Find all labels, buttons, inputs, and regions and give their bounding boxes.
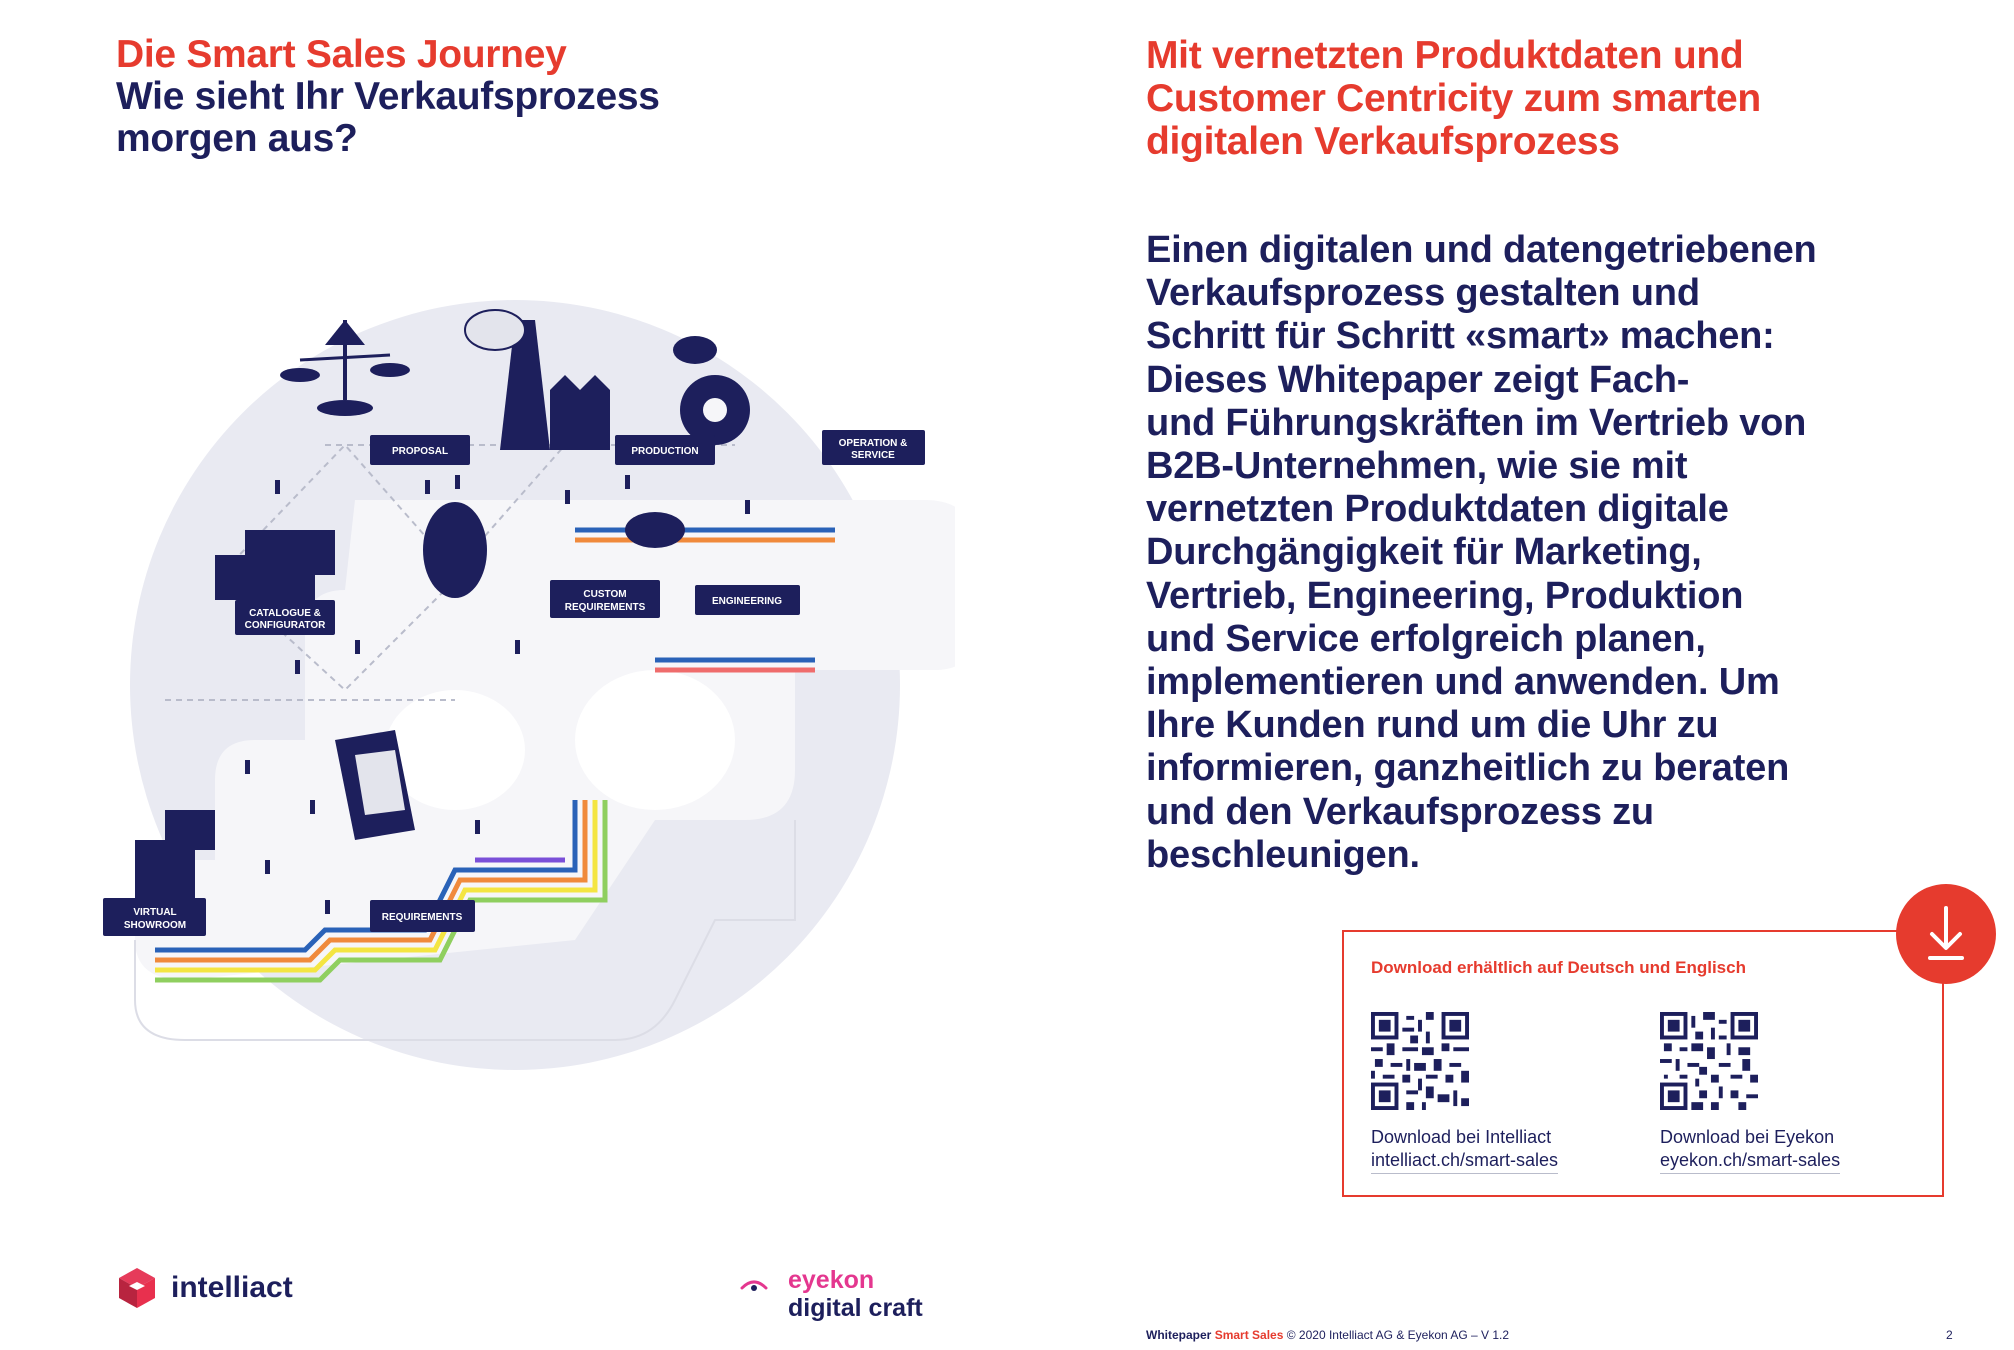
download-link-eyekon[interactable]: eyekon.ch/smart-sales bbox=[1660, 1150, 1841, 1174]
label-custom-requirements: CUSTOM REQUIREMENTS bbox=[550, 580, 660, 618]
footer: Whitepaper Smart Sales © 2020 Intelliact… bbox=[1146, 1328, 1509, 1342]
footer-doc: Whitepaper bbox=[1146, 1328, 1212, 1342]
eyekon-mark-icon bbox=[740, 1280, 768, 1291]
svg-text:CATALOGUE &: CATALOGUE & bbox=[249, 608, 321, 619]
lead-line: Dieses Whitepaper zeigt Fach- bbox=[1146, 358, 1690, 401]
lead-line: beschleunigen. bbox=[1146, 833, 1420, 876]
svg-text:REQUIREMENTS: REQUIREMENTS bbox=[382, 912, 463, 923]
smart-sales-journey-illustration: PROPOSAL PRODUCTION OPERATION & SERVICE … bbox=[103, 300, 955, 1070]
label-engineering: ENGINEERING bbox=[695, 585, 800, 615]
label-proposal: PROPOSAL bbox=[370, 435, 470, 465]
lead-line: informieren, ganzheitlich zu beraten bbox=[1146, 747, 1790, 790]
download-title: Download erhältlich auf Deutsch und Engl… bbox=[1371, 958, 1746, 977]
lead-line: implementieren und anwenden. Um bbox=[1146, 661, 1780, 704]
svg-text:CUSTOM: CUSTOM bbox=[583, 589, 626, 600]
lead-line: Schritt für Schritt «smart» machen: bbox=[1146, 315, 1775, 358]
label-requirements: REQUIREMENTS bbox=[370, 900, 475, 932]
download-arrow-icon bbox=[1928, 906, 1964, 960]
svg-text:SHOWROOM: SHOWROOM bbox=[124, 920, 186, 931]
intelliact-wordmark: intelliact bbox=[171, 1271, 293, 1304]
svg-text:OPERATION &: OPERATION & bbox=[839, 438, 908, 449]
lead-line: und Service erfolgreich planen, bbox=[1146, 617, 1706, 660]
svg-text:REQUIREMENTS: REQUIREMENTS bbox=[565, 602, 646, 613]
lead-line: und den Verkaufsprozess zu bbox=[1146, 790, 1654, 833]
download-button[interactable] bbox=[1896, 884, 1996, 984]
lead-line: vernetzten Produktdaten digitale bbox=[1146, 488, 1729, 531]
left-title-line1: Wie sieht Ihr Verkaufsprozess bbox=[116, 75, 660, 118]
svg-text:PROPOSAL: PROPOSAL bbox=[392, 446, 448, 457]
svg-text:CONFIGURATOR: CONFIGURATOR bbox=[245, 620, 327, 631]
svg-text:PRODUCTION: PRODUCTION bbox=[631, 446, 698, 457]
qr-code-eyekon[interactable] bbox=[1660, 1012, 1758, 1110]
intelliact-cube-icon bbox=[119, 1268, 155, 1308]
intelliact-logo: intelliact bbox=[117, 1266, 293, 1310]
right-headline-line: digitalen Verkaufsprozess bbox=[1146, 120, 1620, 163]
download-link-intelliact[interactable]: intelliact.ch/smart-sales bbox=[1371, 1150, 1559, 1174]
qr-code-intelliact[interactable] bbox=[1371, 1012, 1469, 1110]
svg-text:ENGINEERING: ENGINEERING bbox=[712, 596, 782, 607]
right-headline-line: Customer Centricity zum smarten bbox=[1146, 77, 1761, 120]
label-operation-service: OPERATION & SERVICE bbox=[822, 430, 925, 465]
label-virtual-showroom: VIRTUAL SHOWROOM bbox=[103, 898, 206, 936]
lead-line: B2B-Unternehmen, wie sie mit bbox=[1146, 445, 1688, 488]
svg-text:VIRTUAL: VIRTUAL bbox=[133, 907, 176, 918]
footer-doc-highlight: Smart Sales bbox=[1214, 1328, 1284, 1342]
label-catalogue-configurator: CATALOGUE & CONFIGURATOR bbox=[235, 600, 335, 635]
left-title-line2: morgen aus? bbox=[116, 117, 358, 160]
lead-line: Durchgängigkeit für Marketing, bbox=[1146, 531, 1702, 574]
left-title-red: Die Smart Sales Journey bbox=[116, 33, 567, 76]
lead-line: Verkaufsprozess gestalten und bbox=[1146, 272, 1700, 315]
eyekon-wordmark: eyekon bbox=[788, 1266, 875, 1294]
footer-copyright: © 2020 Intelliact AG & Eyekon AG – V 1.2 bbox=[1286, 1328, 1510, 1342]
eyekon-tagline: digital craft bbox=[788, 1294, 923, 1322]
label-production: PRODUCTION bbox=[615, 435, 715, 465]
page-number: 2 bbox=[1946, 1328, 1953, 1342]
download-box: Download erhältlich auf Deutsch und Engl… bbox=[1342, 930, 1944, 1197]
lead-line: Vertrieb, Engineering, Produktion bbox=[1146, 574, 1744, 617]
lead-line: Ihre Kunden rund um die Uhr zu bbox=[1146, 704, 1719, 747]
right-headline-line: Mit vernetzten Produktdaten und bbox=[1146, 34, 1744, 77]
svg-text:SERVICE: SERVICE bbox=[851, 450, 895, 461]
lead-line: Einen digitalen und datengetriebenen bbox=[1146, 229, 1817, 271]
lead-paragraph: Einen digitalen und datengetriebenen Ver… bbox=[1146, 229, 1906, 877]
lead-line: und Führungskräften im Vertrieb von bbox=[1146, 401, 1807, 444]
download-caption-intelliact: Download bei Intelliact bbox=[1371, 1127, 1552, 1147]
download-caption-eyekon: Download bei Eyekon bbox=[1660, 1127, 1835, 1147]
right-headline: Mit vernetzten Produktdaten und Customer… bbox=[1146, 34, 1761, 163]
